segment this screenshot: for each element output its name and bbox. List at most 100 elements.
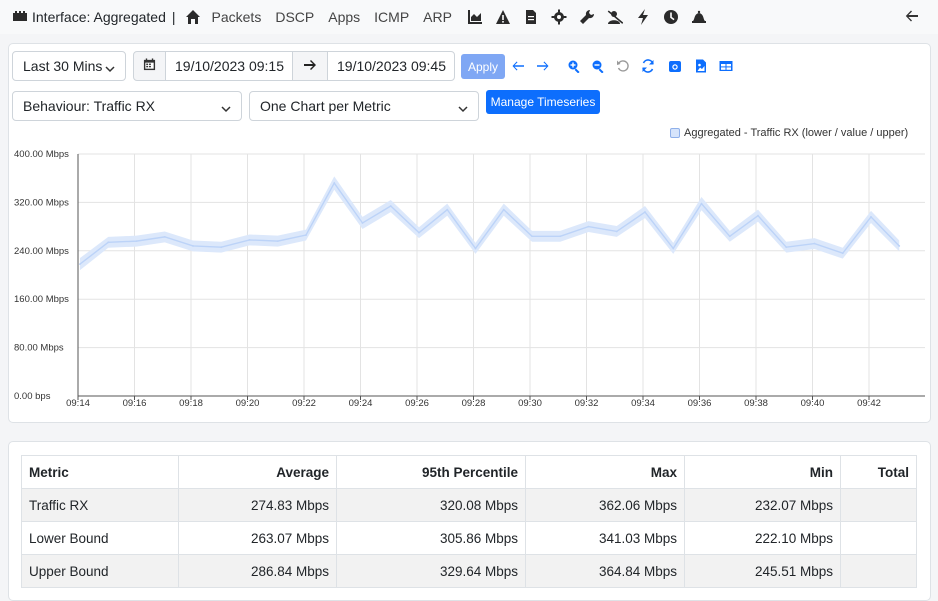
manage-timeseries-button[interactable]: Manage Timeseries [486,90,600,114]
calendar-button[interactable] [133,51,166,81]
data-point [672,247,675,250]
x-tick-label: 09:36 [688,398,712,409]
behaviour-select[interactable]: Behaviour: Traffic RX [12,91,242,121]
start-datetime-input[interactable]: 19/10/2023 09:15 [165,51,293,81]
page-title: Interface: Aggregated [12,9,166,25]
cell-95th: 305.86 Mbps [336,521,526,555]
arrow-right-icon[interactable] [536,59,550,73]
cell-average: 274.83 Mbps [178,488,337,522]
bolt-icon[interactable] [634,8,652,26]
data-point [79,263,81,266]
nav-dscp[interactable]: DSCP [275,9,314,25]
x-tick-label: 09:28 [462,398,486,409]
nav-icmp[interactable]: ICMP [374,9,409,25]
chevron-down-icon [105,61,115,73]
chart-area-icon[interactable] [466,8,484,26]
data-point [870,216,872,218]
file-icon[interactable] [522,8,540,26]
table-row: Upper Bound 286.84 Mbps 329.64 Mbps 364.… [21,554,917,588]
behaviour-value: Behaviour: Traffic RX [23,98,156,114]
cell-average: 286.84 Mbps [178,554,337,588]
arrow-left-icon[interactable] [511,59,525,73]
calendar-icon [143,58,156,74]
cell-max: 362.06 Mbps [525,488,685,522]
x-tick-label: 09:30 [518,398,542,409]
col-metric: Metric [21,455,179,489]
time-range-select[interactable]: Last 30 Mins [12,51,126,81]
cell-min: 232.07 Mbps [684,488,841,522]
data-point [107,241,110,244]
chart-layout-select[interactable]: One Chart per Metric [249,91,479,121]
end-datetime-input[interactable]: 19/10/2023 09:45 [327,51,455,81]
cell-95th: 329.64 Mbps [336,554,526,588]
col-max: Max [525,455,685,489]
x-tick-label: 09:14 [66,398,90,409]
x-tick-label: 09:26 [405,398,429,409]
cell-max: 341.03 Mbps [525,521,685,555]
cell-max: 364.84 Mbps [525,554,685,588]
range-arrow [292,51,328,81]
file-image-icon[interactable] [694,59,708,73]
data-point [135,240,138,243]
table-header-row: Metric Average 95th Percentile Max Min T… [21,455,917,489]
undo-icon[interactable] [616,59,630,73]
y-tick-label: 0.00 bps [14,391,51,402]
col-average: Average [178,455,337,489]
ethernet-icon [12,10,28,24]
col-95th-percentile: 95th Percentile [336,455,526,489]
y-tick-label: 400.00 Mbps [14,149,69,160]
data-point [813,242,816,245]
data-point [785,246,788,249]
warning-icon[interactable] [494,8,512,26]
cell-min: 245.51 Mbps [684,554,841,588]
cell-metric: Upper Bound [21,554,179,588]
nav-packets[interactable]: Packets [212,9,262,25]
zoom-out-icon[interactable] [591,59,605,74]
data-point [446,208,449,211]
refresh-icon[interactable] [641,59,655,73]
x-tick-label: 09:22 [292,398,316,409]
table-row: Traffic RX 274.83 Mbps 320.08 Mbps 362.0… [21,488,917,522]
data-point [841,252,844,255]
cell-95th: 320.08 Mbps [336,488,526,522]
data-point [728,235,731,238]
back-arrow-icon[interactable] [904,8,920,24]
cell-metric: Traffic RX [21,488,179,522]
user-slash-icon[interactable] [606,8,624,26]
data-point [192,245,194,247]
gear-icon[interactable] [550,8,568,26]
nav-apps[interactable]: Apps [328,9,360,25]
chevron-down-icon [221,101,231,113]
table-row: Lower Bound 263.07 Mbps 305.86 Mbps 341.… [21,521,917,555]
x-tick-label: 09:24 [349,398,373,409]
table-icon[interactable] [719,59,733,73]
data-point [898,245,901,247]
timeseries-chart[interactable]: 0.00 bps 80.00 Mbps 160.00 Mbps 240.00 Mbps… [0,140,938,415]
data-point [757,214,759,217]
clock-icon[interactable] [662,8,680,26]
interface-title: Interface: Aggregated [32,9,166,25]
nav-arp[interactable]: ARP [423,9,452,25]
zoom-in-icon[interactable] [567,59,581,74]
legend-swatch [670,128,680,138]
arrow-right-icon [303,58,317,74]
data-point [587,225,590,228]
stats-table: Metric Average 95th Percentile Max Min T… [21,455,917,588]
data-point [418,231,420,234]
bell-icon[interactable] [690,8,708,26]
chart-legend[interactable]: Aggregated - Traffic RX (lower / value /… [670,127,908,139]
y-tick-label: 160.00 Mbps [14,294,69,305]
x-tick-label: 09:20 [236,398,260,409]
apply-button[interactable]: Apply [461,54,505,79]
data-point [276,240,279,243]
camera-icon[interactable] [668,59,682,73]
cell-min: 222.10 Mbps [684,521,841,555]
cell-total [840,521,917,555]
wrench-icon[interactable] [578,8,596,26]
home-icon[interactable] [184,8,202,26]
x-tick-label: 09:16 [123,398,147,409]
data-point [615,230,618,233]
data-point [502,208,505,211]
x-tick-label: 09:32 [575,398,599,409]
data-point [248,239,251,241]
